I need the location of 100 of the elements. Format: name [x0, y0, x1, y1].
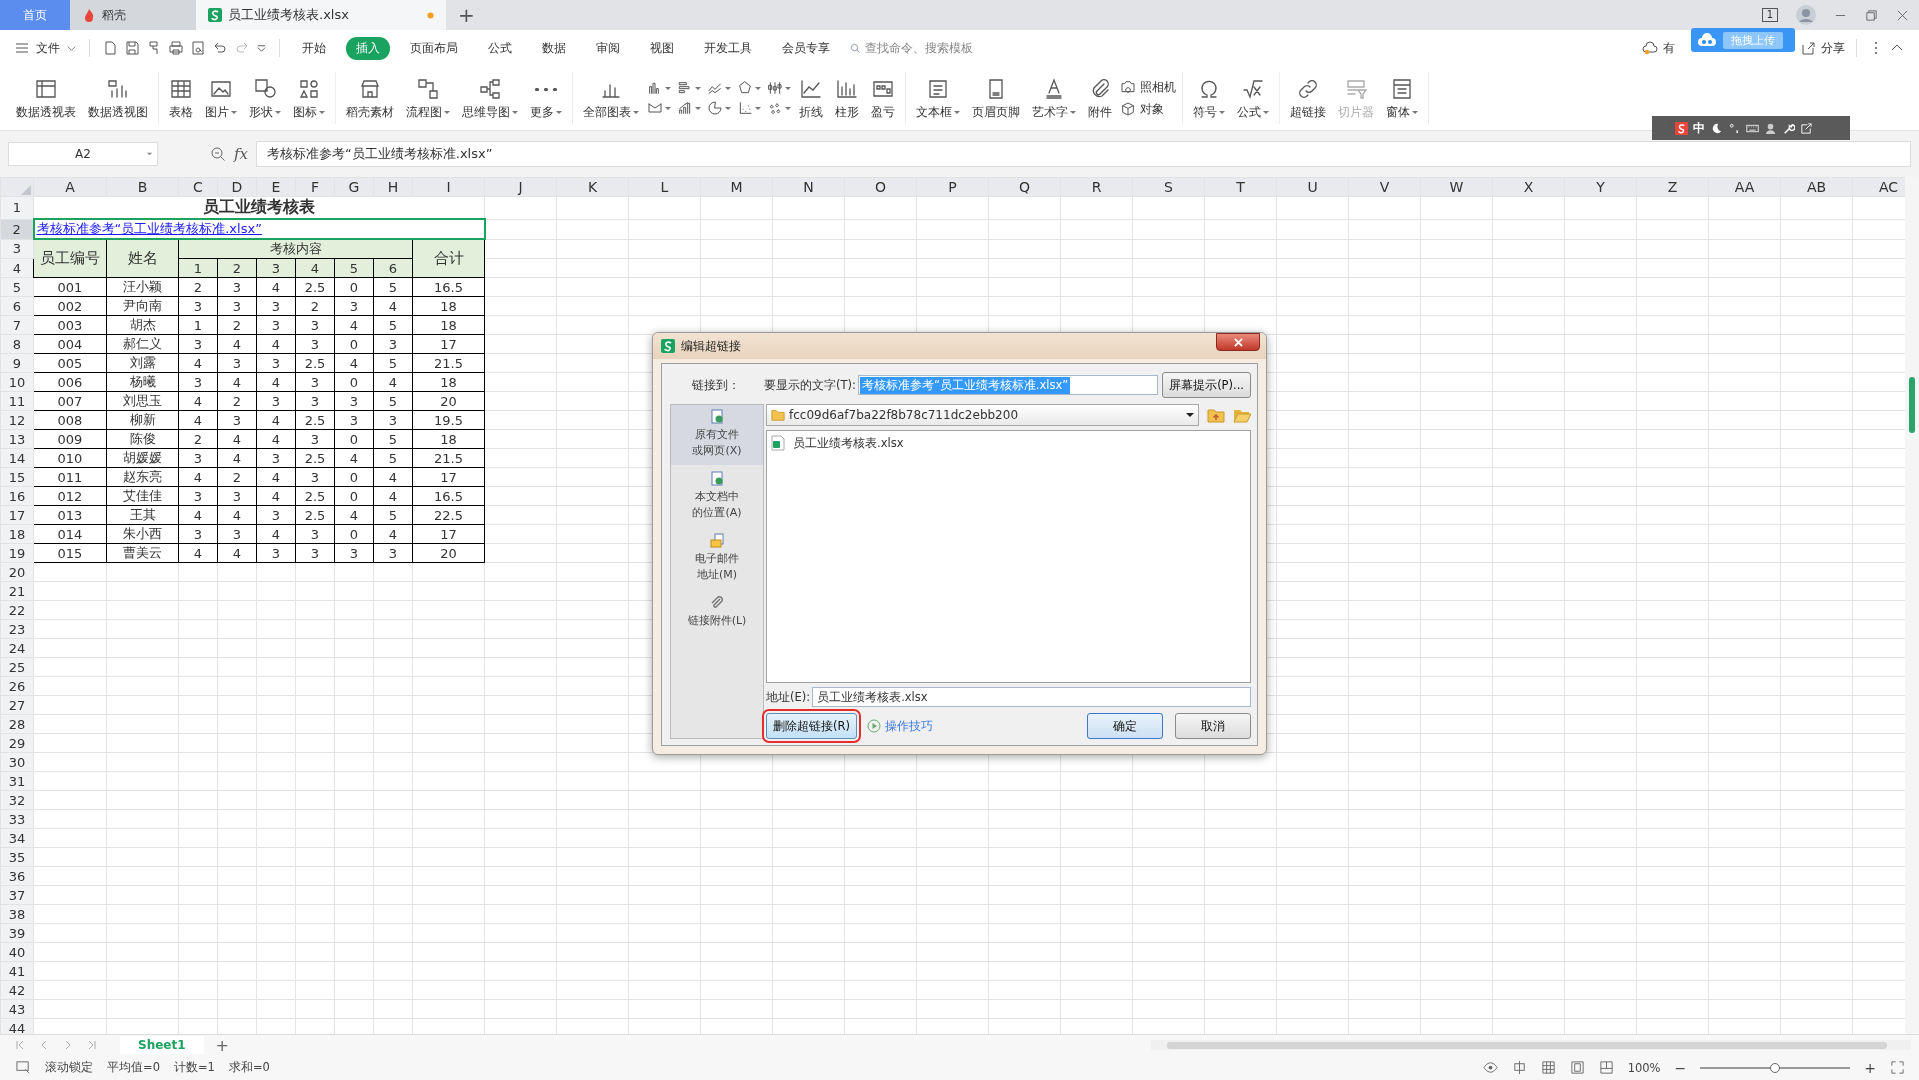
ribbon-button[interactable]: 更多	[526, 74, 566, 122]
zoom-level[interactable]: 100%	[1627, 1060, 1661, 1075]
column-header[interactable]: O	[844, 177, 917, 197]
ribbon-button[interactable]: 流程图	[402, 74, 454, 122]
file-item[interactable]: 员工业绩考核表.xlsx	[771, 435, 1246, 451]
column-header[interactable]: AA	[1708, 177, 1781, 197]
ribbon-button[interactable]: 对象	[1120, 101, 1176, 117]
ok-button[interactable]: 确定	[1087, 713, 1163, 739]
column-header[interactable]: L	[628, 177, 701, 197]
column-header[interactable]: N	[772, 177, 845, 197]
column-header[interactable]: C	[178, 177, 218, 197]
ribbon-button[interactable]: 全部图表	[579, 74, 643, 122]
ribbon-tab[interactable]: 视图	[640, 36, 684, 60]
cloud-label[interactable]: 有	[1663, 39, 1675, 57]
column-header[interactable]: U	[1276, 177, 1349, 197]
ribbon-tab[interactable]: 页面布局	[400, 36, 468, 60]
row-header[interactable]: 2	[0, 219, 34, 239]
cancel-button[interactable]: 取消	[1175, 713, 1251, 739]
row-header[interactable]: 1	[0, 196, 34, 219]
zoom-in-button[interactable]: +	[1864, 1059, 1876, 1076]
column-header[interactable]: AB	[1780, 177, 1853, 197]
column-header[interactable]: G	[334, 177, 374, 197]
new-tab-button[interactable]: +	[446, 0, 487, 30]
document-tab[interactable]: 稻壳	[70, 0, 196, 30]
column-header[interactable]: V	[1348, 177, 1421, 197]
column-header[interactable]: J	[484, 177, 557, 197]
column-header[interactable]: Y	[1564, 177, 1637, 197]
document-tab[interactable]: 员工业绩考核表.xlsx	[196, 0, 446, 30]
ribbon-button[interactable]: 照相机	[1120, 79, 1176, 95]
ribbon-button[interactable]: 表格	[165, 74, 197, 122]
table-cell: 3	[178, 524, 218, 544]
ribbon-button[interactable]: 柱形	[831, 74, 863, 122]
name-box[interactable]: A2	[8, 142, 158, 166]
address-field[interactable]: 员工业绩考核表.xlsx	[812, 687, 1251, 707]
file-menu[interactable]: 文件	[36, 39, 60, 57]
function-button[interactable]: fx	[234, 145, 248, 163]
ribbon-tab[interactable]: 会员专享	[772, 36, 840, 60]
column-header[interactable]: W	[1420, 177, 1493, 197]
address-label: 地址(E):	[766, 689, 811, 705]
column-header[interactable]: AC	[1852, 177, 1905, 197]
selected-cell[interactable]: 考核标准参考“员工业绩考核标准.xlsx”	[33, 219, 485, 239]
table-cell: 3	[295, 524, 335, 544]
column-header[interactable]: B	[106, 177, 179, 197]
ribbon-button[interactable]: 形状	[245, 74, 285, 122]
hyperlink[interactable]: 考核标准参考“员工业绩考核标准.xlsx”	[35, 221, 262, 236]
column-header[interactable]: P	[916, 177, 989, 197]
column-header[interactable]: E	[256, 177, 296, 197]
ribbon-button[interactable]: 思维导图	[458, 74, 522, 122]
ribbon-button[interactable]: 公式	[1233, 74, 1273, 122]
link-type-item[interactable]: 电子邮件 地址(M)	[671, 529, 763, 589]
ribbon-button[interactable]: 文本框	[912, 74, 964, 122]
ribbon-button[interactable]: 图标	[289, 74, 329, 122]
column-header[interactable]: H	[373, 177, 413, 197]
formula-field[interactable]: 考核标准参考“员工业绩考核标准.xlsx”	[256, 141, 1911, 167]
ribbon-button[interactable]: 盈亏	[867, 74, 899, 122]
column-header[interactable]: A	[33, 177, 107, 197]
ribbon-button[interactable]: 图片	[201, 74, 241, 122]
column-header[interactable]: T	[1204, 177, 1277, 197]
column-header[interactable]: S	[1132, 177, 1205, 197]
ribbon-button[interactable]: 附件	[1084, 74, 1116, 122]
ribbon-button[interactable]: 窗体	[1382, 74, 1422, 122]
window-count[interactable]: 1	[1761, 8, 1778, 22]
table-cell: 16.5	[412, 486, 485, 506]
input-method-bar[interactable]: 中	[1652, 116, 1850, 140]
ribbon-button[interactable]: 数据透视图	[84, 74, 152, 122]
ribbon-button[interactable]: 稻壳素材	[342, 74, 398, 122]
ribbon-tab[interactable]: 数据	[532, 36, 576, 60]
ribbon-button[interactable]: 折线	[795, 74, 827, 122]
search-field[interactable]: 查找命令、搜索模板	[850, 41, 1000, 55]
column-header[interactable]: Z	[1636, 177, 1709, 197]
table-cell: 3	[334, 391, 374, 411]
column-header[interactable]: K	[556, 177, 629, 197]
tips-link[interactable]: 操作技巧	[884, 718, 933, 734]
share-button[interactable]: 分享	[1821, 39, 1845, 57]
column-header[interactable]: I	[412, 177, 485, 197]
table-cell: 2	[217, 315, 257, 335]
ribbon-button[interactable]: 数据透视表	[12, 74, 80, 122]
column-header[interactable]: X	[1492, 177, 1565, 197]
screen-tip-button[interactable]: 屏幕提示(P)...	[1162, 372, 1251, 398]
link-type-item[interactable]: 本文档中 的位置(A)	[671, 467, 763, 527]
link-type-item[interactable]: 链接附件(L)	[671, 591, 763, 635]
table-cell: 3	[295, 467, 335, 487]
column-header[interactable]: R	[1060, 177, 1133, 197]
add-sheet-button[interactable]: +	[215, 1035, 229, 1055]
ribbon-tab[interactable]: 开始	[292, 36, 336, 60]
table-cell: 4	[217, 543, 257, 563]
ribbon-tab[interactable]: 开发工具	[694, 36, 762, 60]
ribbon-button[interactable]: 艺术字	[1028, 74, 1080, 122]
column-header[interactable]: D	[217, 177, 257, 197]
ribbon-tab[interactable]: 审阅	[586, 36, 630, 60]
column-header[interactable]: M	[700, 177, 773, 197]
column-header[interactable]: F	[295, 177, 335, 197]
ribbon-button[interactable]: 符号	[1189, 74, 1229, 122]
ribbon-tab[interactable]: 公式	[478, 36, 522, 60]
ribbon-button[interactable]: 超链接	[1286, 74, 1330, 122]
link-type-item[interactable]: 原有文件 或网页(X)	[671, 405, 763, 465]
folder-dropdown[interactable]: fcc09d6af7ba22f8b78c711dc2ebb200	[766, 404, 1199, 426]
column-header[interactable]: Q	[988, 177, 1061, 197]
zoom-out-button[interactable]: −	[1674, 1059, 1687, 1076]
ribbon-button[interactable]: 页眉页脚	[968, 74, 1024, 122]
